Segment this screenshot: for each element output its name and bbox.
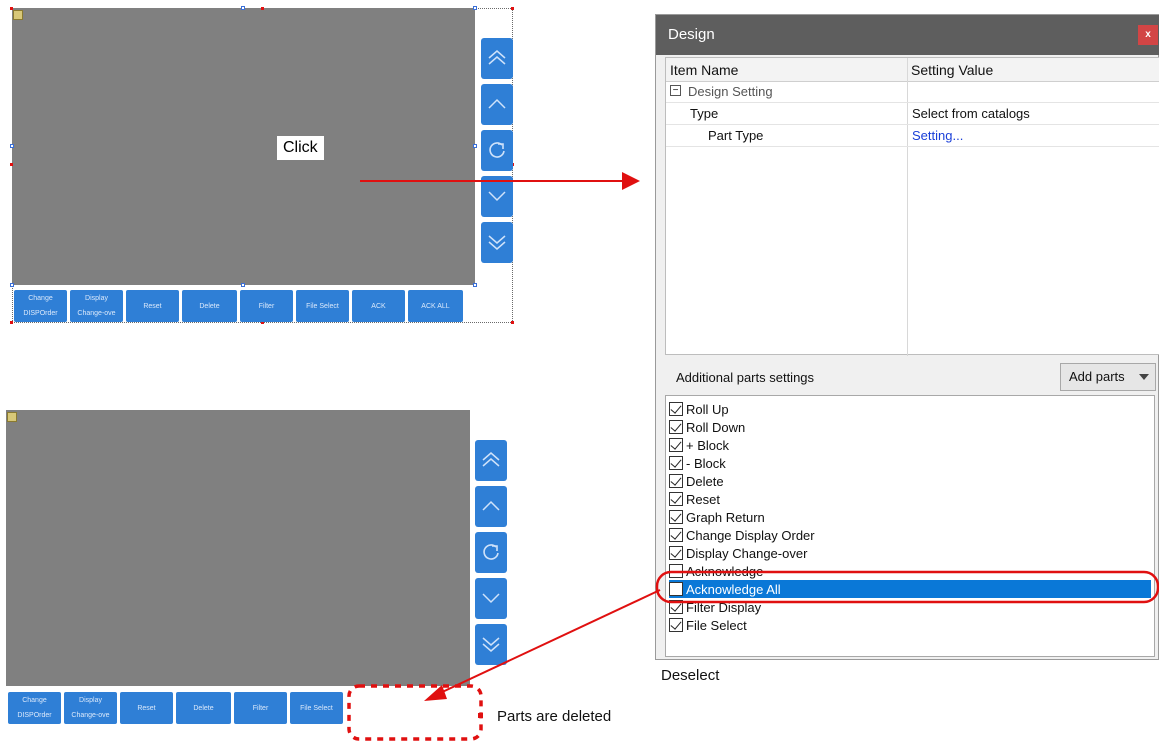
highlight-ring — [655, 570, 1159, 604]
annotation-layer — [360, 172, 1159, 701]
delete-arrow — [437, 589, 661, 695]
delete-arrow-head — [424, 685, 447, 701]
click-arrow-head — [622, 172, 640, 190]
